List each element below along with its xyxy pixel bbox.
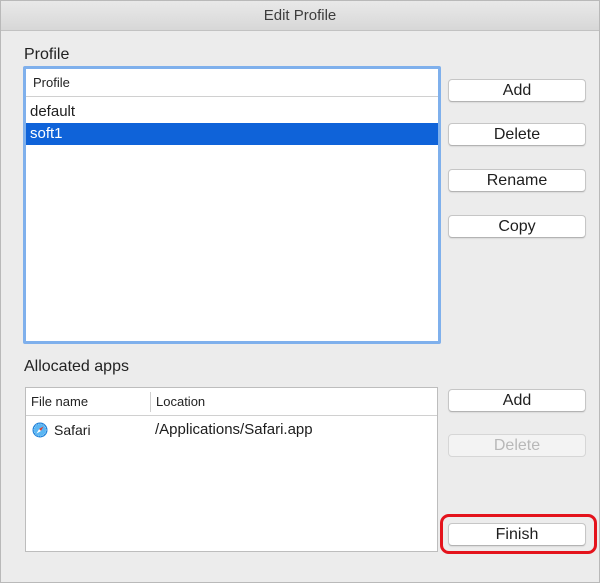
profile-delete-button[interactable]: Delete: [448, 123, 586, 146]
table-row[interactable]: Safari /Applications/Safari.app: [26, 418, 437, 442]
allocated-apps-label: Allocated apps: [24, 358, 129, 375]
profile-add-button[interactable]: Add: [448, 79, 586, 102]
profile-column-title: Profile: [33, 75, 70, 90]
profile-item-default[interactable]: default: [26, 101, 438, 123]
edit-profile-window: Edit Profile Profile Profile default sof…: [0, 0, 600, 583]
profile-list[interactable]: Profile default soft1: [23, 66, 441, 344]
finish-button[interactable]: Finish: [448, 523, 586, 546]
profile-rename-button[interactable]: Rename: [448, 169, 586, 192]
file-name-column-header[interactable]: File name: [26, 388, 88, 416]
profile-item-soft1[interactable]: soft1: [26, 123, 438, 145]
safari-icon: [32, 422, 48, 438]
allocated-apps-table[interactable]: File name Location Safari /Applications/…: [25, 387, 438, 552]
app-location: /Applications/Safari.app: [155, 421, 313, 438]
profile-section-label: Profile: [24, 46, 70, 63]
profile-copy-button[interactable]: Copy: [448, 215, 586, 238]
app-file-name: Safari: [54, 422, 91, 438]
apps-column-header: File name Location: [26, 388, 437, 416]
location-column-header[interactable]: Location: [151, 388, 205, 416]
apps-add-button[interactable]: Add: [448, 389, 586, 412]
profile-column-header[interactable]: Profile: [26, 69, 438, 97]
apps-delete-button[interactable]: Delete: [448, 434, 586, 457]
window-title: Edit Profile: [1, 1, 599, 31]
